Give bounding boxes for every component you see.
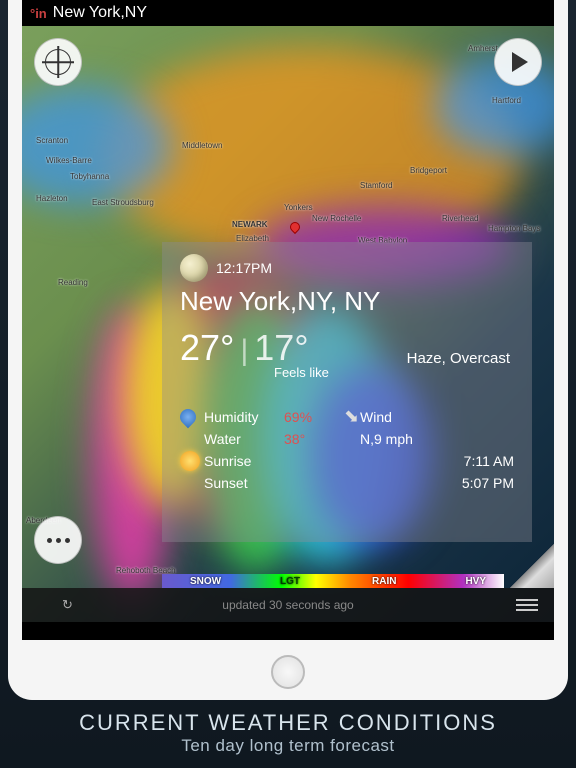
water-value: 38° xyxy=(284,431,344,447)
play-button[interactable] xyxy=(494,38,542,86)
sunrise-value: 7:11 AM xyxy=(430,453,514,469)
home-button[interactable] xyxy=(271,655,305,689)
humidity-value: 69% xyxy=(284,409,344,425)
menu-button[interactable] xyxy=(516,599,538,611)
legend-snow: SNOW xyxy=(190,576,221,587)
status-bar: °in New York,NY xyxy=(22,0,554,26)
tablet-frame: °in New York,NY Scranton Wilkes-Barre Ha… xyxy=(8,0,568,700)
legend-hvy: HVY xyxy=(465,576,486,587)
refresh-icon[interactable]: ↻ xyxy=(62,597,73,613)
play-icon xyxy=(512,52,528,72)
temp-separator: | xyxy=(240,334,248,368)
condition-text: Haze, Overcast xyxy=(407,350,510,367)
card-location: New York,NY, NY xyxy=(180,286,514,317)
screen: °in New York,NY Scranton Wilkes-Barre Ha… xyxy=(22,0,554,640)
sunset-label: Sunset xyxy=(204,475,284,491)
wind-value: N,9 mph xyxy=(360,431,430,447)
temperature: 27° xyxy=(180,327,234,369)
more-button[interactable] xyxy=(34,516,82,564)
feels-like-label: Feels like xyxy=(274,365,514,380)
radar-legend: SNOW LGT RAIN HVY xyxy=(162,574,504,588)
wind-arrow-icon: ⬊ xyxy=(344,406,360,427)
wind-label: Wind xyxy=(360,409,430,425)
radar-map[interactable]: Scranton Wilkes-Barre Hazleton Tobyhanna… xyxy=(22,26,554,622)
ellipsis-icon xyxy=(47,538,70,543)
marketing-caption: CURRENT WEATHER CONDITIONS Ten day long … xyxy=(0,710,576,756)
sunrise-label: Sunrise xyxy=(204,453,284,469)
crosshair-icon xyxy=(45,49,71,75)
humidity-label: Humidity xyxy=(204,409,284,425)
locate-button[interactable] xyxy=(34,38,82,86)
app-brand-icon: °in xyxy=(30,6,47,21)
page-curl-icon[interactable] xyxy=(510,544,554,588)
current-time: 12:17PM xyxy=(216,260,272,276)
updated-text: updated 30 seconds ago xyxy=(222,598,353,612)
bottom-bar: ↻ updated 30 seconds ago xyxy=(22,588,554,622)
legend-rain: RAIN xyxy=(372,576,396,587)
weather-card[interactable]: 12:17PM New York,NY, NY 27° | 17° Feels … xyxy=(162,242,532,542)
sunset-value: 5:07 PM xyxy=(430,475,514,491)
raindrop-icon xyxy=(177,405,200,428)
caption-main: CURRENT WEATHER CONDITIONS xyxy=(0,710,576,736)
legend-lgt: LGT xyxy=(280,576,300,587)
status-location[interactable]: New York,NY xyxy=(53,4,147,22)
feels-like-temp: 17° xyxy=(254,327,308,369)
caption-sub: Ten day long term forecast xyxy=(0,736,576,756)
water-label: Water xyxy=(204,431,284,447)
sun-icon xyxy=(180,451,200,471)
moon-icon xyxy=(180,254,208,282)
